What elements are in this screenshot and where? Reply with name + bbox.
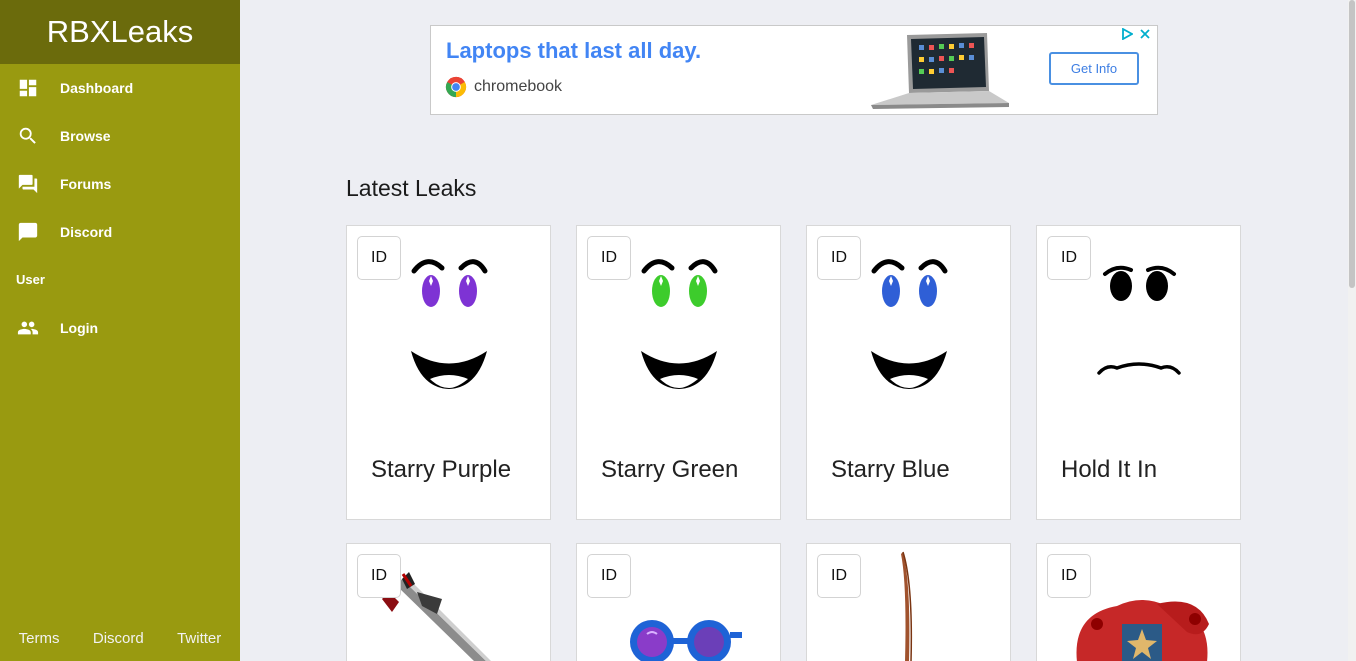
id-button[interactable]: ID	[1047, 236, 1091, 280]
item-title[interactable]: Starry Green	[601, 456, 738, 484]
chat-icon	[17, 221, 39, 243]
item-card[interactable]: ID	[576, 543, 781, 661]
laptop-image	[871, 33, 1009, 109]
item-card[interactable]: ID	[1036, 543, 1241, 661]
user-section-label: User	[16, 272, 45, 287]
sidebar-item-label: Discord	[60, 224, 113, 240]
sidebar-item-label: Browse	[60, 128, 111, 144]
item-title[interactable]: Hold It In	[1061, 456, 1157, 484]
sidebar-footer: Terms Discord Twitter	[0, 630, 240, 647]
search-icon	[17, 125, 39, 147]
item-title[interactable]: Starry Purple	[371, 456, 511, 484]
item-card[interactable]: ID Starry Green	[576, 225, 781, 520]
item-card[interactable]: ID Hold It In	[1036, 225, 1241, 520]
item-card[interactable]: ID Starry Blue	[806, 225, 1011, 520]
ad-brand: chromebook	[445, 76, 562, 98]
id-button[interactable]: ID	[587, 554, 631, 598]
id-button[interactable]: ID	[587, 236, 631, 280]
footer-link-twitter[interactable]: Twitter	[177, 630, 221, 647]
scrollbar-thumb[interactable]	[1349, 0, 1355, 288]
chrome-logo-icon	[445, 76, 467, 98]
ad-headline[interactable]: Laptops that last all day.	[446, 38, 701, 64]
adchoices-icon[interactable]	[1121, 28, 1133, 40]
id-button[interactable]: ID	[1047, 554, 1091, 598]
ad-choices	[1121, 28, 1151, 40]
sidebar-item-discord[interactable]: Discord	[0, 208, 240, 256]
dashboard-icon	[17, 77, 39, 99]
item-title[interactable]: Starry Blue	[831, 456, 950, 484]
id-button[interactable]: ID	[817, 236, 861, 280]
id-button[interactable]: ID	[357, 554, 401, 598]
sidebar-item-forums[interactable]: Forums	[0, 160, 240, 208]
id-button[interactable]: ID	[817, 554, 861, 598]
sidebar-item-label: Login	[60, 320, 99, 336]
page-scrollbar[interactable]	[1348, 0, 1356, 661]
item-card[interactable]: ID Starry Purple	[346, 225, 551, 520]
sidebar-nav: Dashboard Browse Forums Discord	[0, 64, 240, 256]
sidebar-item-label: Dashboard	[60, 80, 134, 96]
id-button[interactable]: ID	[357, 236, 401, 280]
footer-link-discord[interactable]: Discord	[93, 630, 144, 647]
brand-logo[interactable]: RBXLeaks	[0, 0, 240, 64]
item-card[interactable]: ID	[346, 543, 551, 661]
footer-link-terms[interactable]: Terms	[19, 630, 60, 647]
ad-banner[interactable]: Laptops that last all day. chromebook Ge…	[430, 25, 1158, 115]
sidebar-item-login[interactable]: Login	[0, 304, 240, 352]
ad-brand-label: chromebook	[474, 78, 563, 95]
people-icon	[17, 317, 39, 339]
forum-icon	[17, 173, 39, 195]
get-info-button[interactable]: Get Info	[1049, 52, 1139, 85]
sidebar-item-dashboard[interactable]: Dashboard	[0, 64, 240, 112]
item-card[interactable]: ID	[806, 543, 1011, 661]
sidebar-item-label: Forums	[60, 176, 112, 192]
page-title: Latest Leaks	[346, 175, 477, 201]
close-icon[interactable]	[1139, 28, 1151, 40]
sidebar: RBXLeaks Dashboard Browse Forums Discord	[0, 0, 240, 661]
sidebar-item-browse[interactable]: Browse	[0, 112, 240, 160]
